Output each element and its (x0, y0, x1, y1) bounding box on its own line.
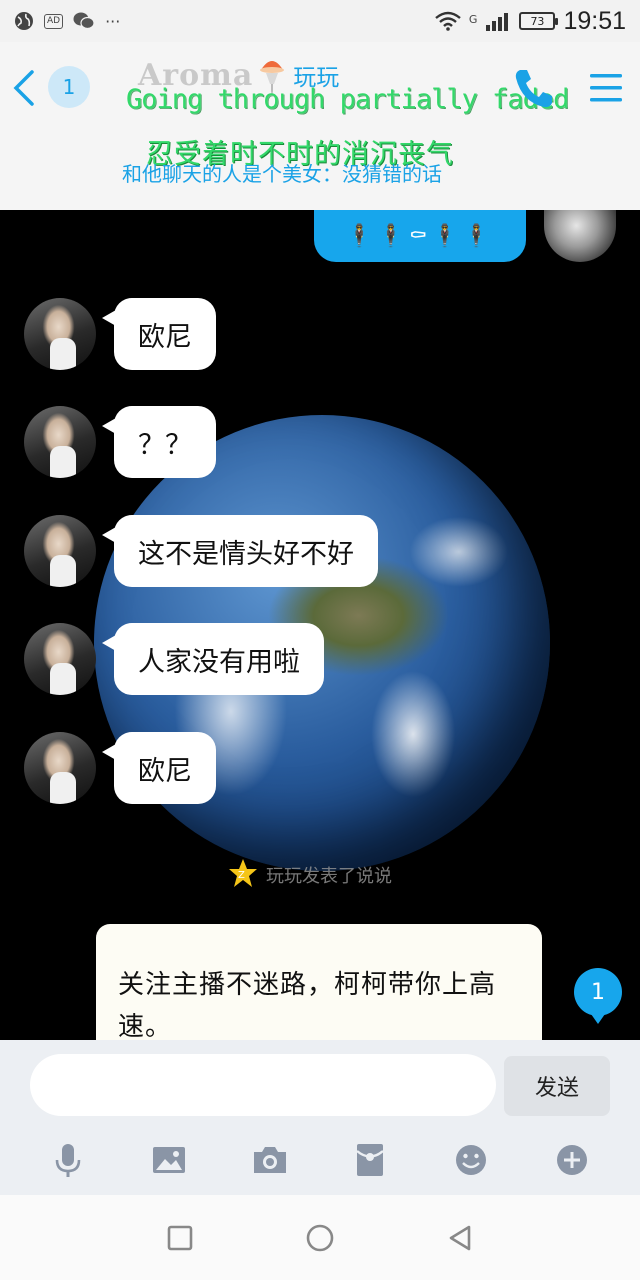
network-type: G (468, 12, 478, 26)
qzone-post-text: 玩玩发表了说说 (266, 866, 392, 887)
more-dots-icon: ··· (105, 11, 121, 31)
back-button[interactable] (6, 64, 46, 112)
signal-icon (485, 11, 511, 31)
message-row: 欧尼 (24, 732, 216, 804)
input-toolbar (0, 1136, 640, 1184)
message-row: 这不是情头好不好 (24, 515, 378, 587)
menu-button[interactable] (586, 70, 626, 106)
unread-count-badge[interactable]: 1 (48, 66, 90, 108)
chat-subtitle: 和他聊天的人是个美女：没猜错的话 (122, 162, 442, 186)
system-nav-bar (0, 1195, 640, 1280)
qzone-post-notice[interactable]: Z 玩玩发表了说说 (228, 858, 392, 892)
recents-button[interactable] (160, 1218, 200, 1258)
contact-avatar[interactable] (24, 298, 96, 370)
battery-level: 73 (530, 14, 545, 28)
microphone-icon[interactable] (48, 1140, 88, 1180)
message-row: 人家没有用啦 (24, 623, 324, 695)
call-button[interactable] (512, 66, 554, 110)
clock: 19:51 (563, 6, 626, 35)
message-input[interactable] (30, 1054, 496, 1116)
contact-avatar[interactable] (24, 623, 96, 695)
message-bubble[interactable]: 人家没有用啦 (102, 623, 324, 695)
chat-header: 1 Aroma 玩玩 Going through partially faded… (0, 42, 640, 210)
circle-icon (306, 1224, 334, 1251)
input-panel: 发送 (0, 1040, 640, 1195)
square-icon (167, 1225, 193, 1250)
red-packet-icon[interactable] (350, 1140, 390, 1180)
chat-area[interactable]: 🕴🕴⚰🕴🕴 欧尼 ？？ 这不是情头好不好 人家没有用啦 欧尼 Z 玩玩发表了说说… (0, 210, 640, 1040)
back-nav-button[interactable] (440, 1218, 480, 1258)
contact-avatar[interactable] (24, 732, 96, 804)
emoji-icon[interactable] (451, 1140, 491, 1180)
status-bar: AD ··· G 73 19:51 (0, 0, 640, 42)
promo-card-text: 关注主播不迷路，柯柯带你上高速。 (118, 970, 497, 1040)
new-message-badge[interactable]: 1 (574, 968, 622, 1024)
message-bubble[interactable]: 这不是情头好不好 (102, 515, 378, 587)
my-avatar[interactable] (544, 210, 616, 262)
svg-text:Z: Z (238, 870, 245, 881)
wechat-icon (73, 11, 95, 31)
ad-icon: AD (44, 13, 64, 29)
triangle-back-icon (449, 1225, 471, 1250)
promo-card[interactable]: 关注主播不迷路，柯柯带你上高速。 (96, 924, 542, 1040)
message-bubble[interactable]: 欧尼 (102, 298, 216, 370)
sent-message-row: 🕴🕴⚰🕴🕴 (314, 210, 616, 262)
qzone-star-icon: Z (228, 858, 258, 892)
sent-message-bubble[interactable]: 🕴🕴⚰🕴🕴 (314, 210, 526, 262)
home-button[interactable] (300, 1218, 340, 1258)
message-row: 欧尼 (24, 298, 216, 370)
camera-icon[interactable] (250, 1140, 290, 1180)
contact-avatar[interactable] (24, 406, 96, 478)
message-bubble[interactable]: ？？ (102, 406, 216, 478)
contact-avatar[interactable] (24, 515, 96, 587)
message-bubble[interactable]: 欧尼 (102, 732, 216, 804)
lyric-line-english: Going through partially faded (126, 84, 569, 115)
globe-icon (14, 11, 34, 31)
plus-icon[interactable] (552, 1140, 592, 1180)
hamburger-icon (590, 74, 622, 102)
wifi-icon (435, 11, 461, 31)
phone-icon (515, 70, 552, 108)
message-row: ？？ (24, 406, 216, 478)
image-icon[interactable] (149, 1140, 189, 1180)
chevron-left-icon (13, 70, 34, 106)
send-button[interactable]: 发送 (504, 1056, 610, 1116)
battery-icon: 73 (519, 12, 559, 30)
